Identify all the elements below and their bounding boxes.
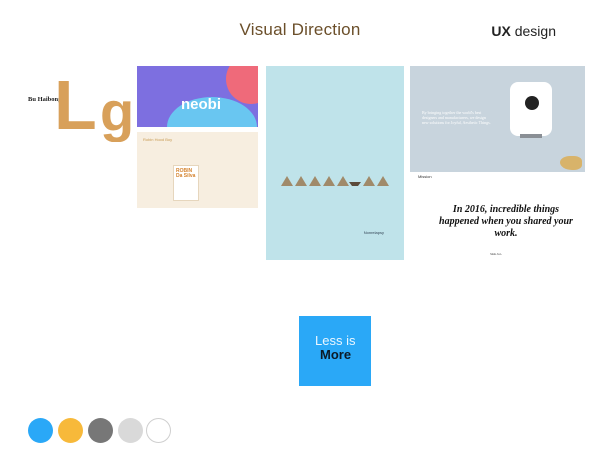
site-header: Robin Hood Boy — [143, 137, 173, 142]
pink-shape — [226, 66, 258, 104]
swatch-dark-gray[interactable] — [88, 418, 113, 443]
moodboard-card-brand[interactable]: neobi — [137, 66, 258, 127]
moodboard-card-book[interactable]: Robin Hood Boy ROBIN Da Silva — [137, 132, 258, 208]
quote-nav: Mission — [418, 174, 432, 179]
swatch-light-gray[interactable] — [118, 418, 143, 443]
moodboard-card-typography[interactable]: Bu Haibong L g — [16, 66, 131, 142]
swatch-yellow[interactable] — [58, 418, 83, 443]
tag-light: design — [514, 23, 556, 39]
category-tag: UX design — [491, 23, 556, 39]
swatch-white[interactable] — [146, 418, 171, 443]
bird-image — [560, 156, 582, 170]
book-cover: ROBIN Da Silva — [174, 166, 198, 200]
letterform-l: L — [54, 66, 97, 142]
letterform-g: g — [100, 80, 131, 142]
moodboard-card-illustration[interactable]: Nonrelapsy — [266, 66, 404, 260]
poster-caption: Nonrelapsy — [363, 230, 384, 235]
camera-lens-icon — [525, 96, 539, 110]
book-title: ROBIN Da Silva — [176, 168, 196, 179]
camera-mount — [520, 134, 542, 138]
product-blurb: By bringing together the world's best de… — [422, 110, 491, 125]
moodboard-card-product[interactable]: By bringing together the world's best de… — [410, 66, 585, 172]
quote-headline: In 2016, incredible things happened when… — [439, 204, 573, 239]
paper-plane-illustration — [281, 176, 389, 186]
tag-bold: UX — [491, 23, 511, 39]
swatch-blue[interactable] — [28, 418, 53, 443]
cta-line1: Less is — [315, 333, 356, 348]
moodboard-card-quote[interactable]: Mission In 2016, incredible things happe… — [410, 172, 585, 260]
less-is-more-button[interactable]: Less is More — [299, 316, 371, 386]
quote-footer: SEE ALL — [490, 252, 503, 256]
cta-line2: More — [320, 347, 352, 362]
brand-logo: neobi — [181, 96, 221, 113]
